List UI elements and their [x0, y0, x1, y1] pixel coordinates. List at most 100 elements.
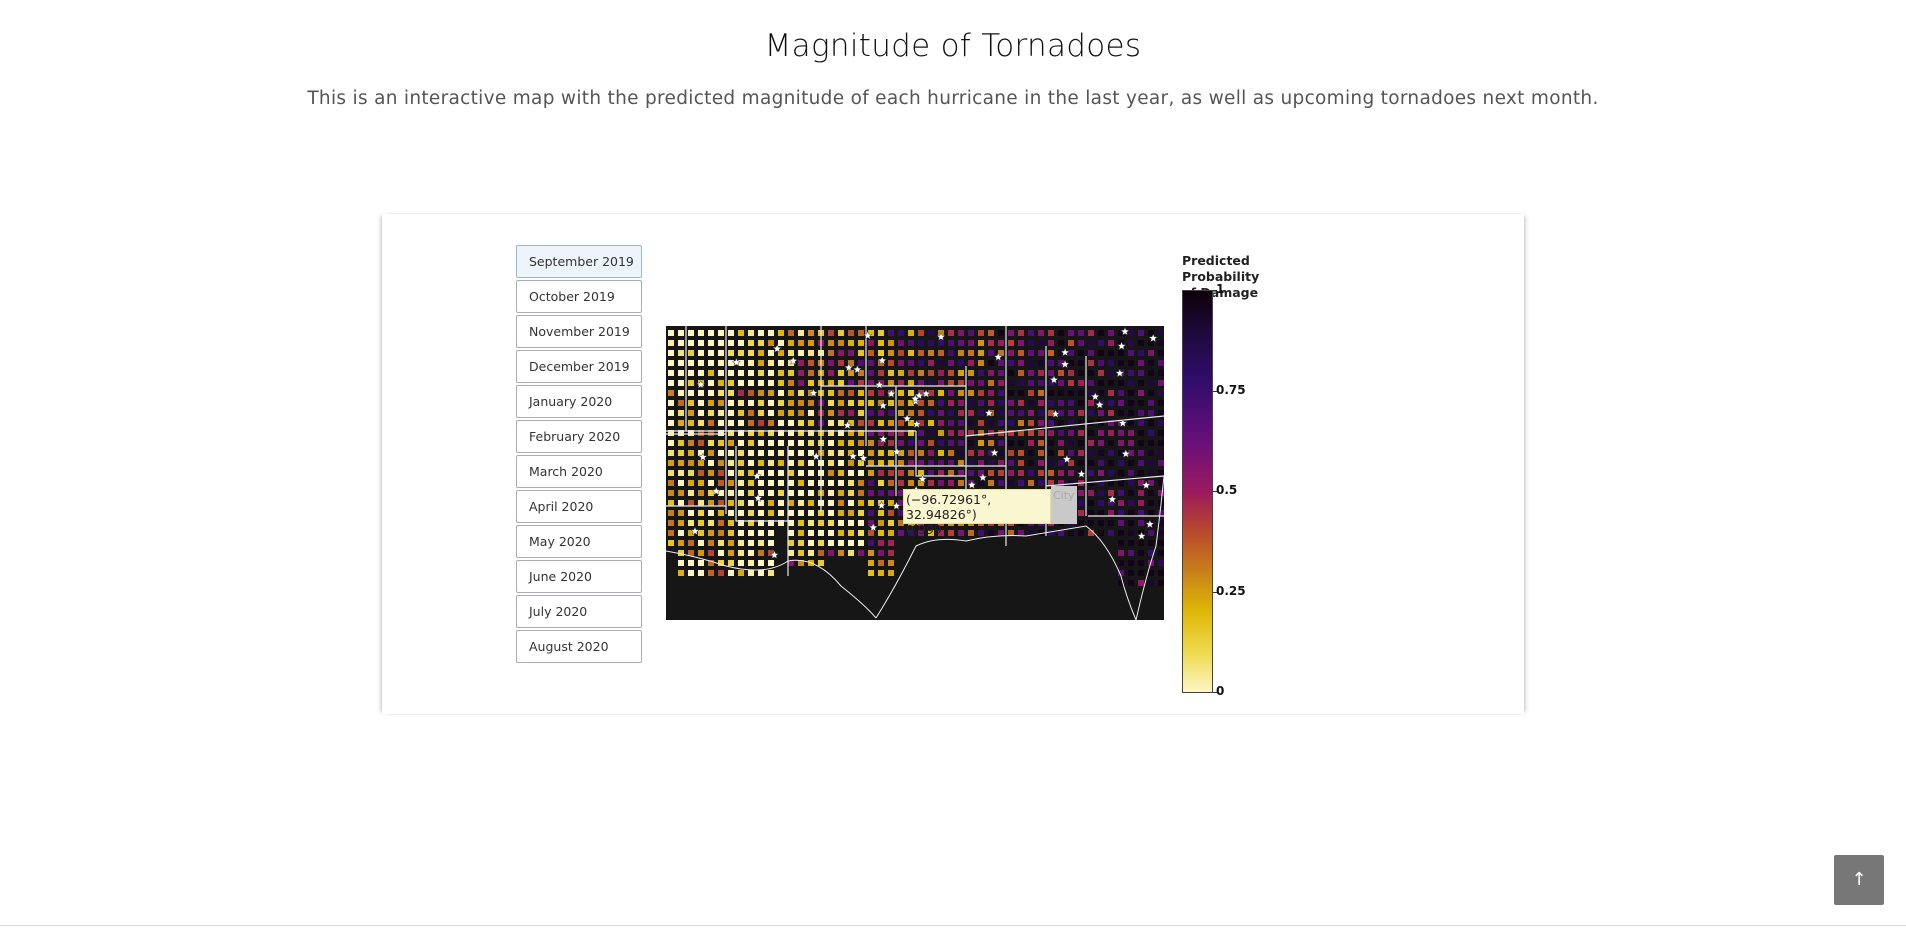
grid-cell[interactable]: [1158, 420, 1164, 426]
grid-cell[interactable]: [1138, 470, 1144, 476]
grid-cell[interactable]: [1008, 460, 1014, 466]
grid-cell[interactable]: [768, 370, 774, 376]
grid-cell[interactable]: [708, 460, 714, 466]
grid-cell[interactable]: [838, 410, 844, 416]
grid-cell[interactable]: [718, 370, 724, 376]
grid-cell[interactable]: [1158, 470, 1164, 476]
grid-cell[interactable]: [1018, 400, 1024, 406]
grid-cell[interactable]: [1158, 550, 1164, 556]
grid-cell[interactable]: [868, 490, 874, 496]
grid-cell[interactable]: [778, 400, 784, 406]
grid-cell[interactable]: [1148, 500, 1154, 506]
grid-cell[interactable]: [848, 520, 854, 526]
grid-cell[interactable]: [798, 550, 804, 556]
grid-cell[interactable]: [868, 550, 874, 556]
grid-cell[interactable]: [698, 470, 704, 476]
grid-cell[interactable]: [808, 460, 814, 466]
grid-cell[interactable]: [808, 340, 814, 346]
grid-cell[interactable]: [858, 540, 864, 546]
grid-cell[interactable]: [1038, 340, 1044, 346]
grid-cell[interactable]: [1048, 440, 1054, 446]
grid-cell[interactable]: [1128, 360, 1134, 366]
grid-cell[interactable]: [1088, 520, 1094, 526]
grid-cell[interactable]: [668, 520, 674, 526]
grid-cell[interactable]: [688, 360, 694, 366]
grid-cell[interactable]: [1118, 440, 1124, 446]
grid-cell[interactable]: [1008, 400, 1014, 406]
grid-cell[interactable]: [938, 480, 944, 486]
grid-cell[interactable]: [828, 390, 834, 396]
grid-cell[interactable]: [718, 330, 724, 336]
grid-cell[interactable]: [678, 440, 684, 446]
grid-cell[interactable]: [1078, 520, 1084, 526]
grid-cell[interactable]: [718, 440, 724, 446]
grid-cell[interactable]: [1088, 370, 1094, 376]
grid-cell[interactable]: [1098, 390, 1104, 396]
grid-cell[interactable]: [918, 410, 924, 416]
grid-cell[interactable]: [1148, 540, 1154, 546]
grid-cell[interactable]: [798, 330, 804, 336]
grid-cell[interactable]: [848, 460, 854, 466]
grid-cell[interactable]: [1158, 560, 1164, 566]
grid-cell[interactable]: [968, 340, 974, 346]
grid-cell[interactable]: [948, 440, 954, 446]
grid-cell[interactable]: [828, 490, 834, 496]
grid-cell[interactable]: [668, 480, 674, 486]
grid-cell[interactable]: [788, 530, 794, 536]
grid-cell[interactable]: [1128, 500, 1134, 506]
grid-cell[interactable]: [668, 330, 674, 336]
grid-cell[interactable]: [988, 400, 994, 406]
grid-cell[interactable]: [928, 340, 934, 346]
grid-cell[interactable]: [768, 490, 774, 496]
grid-cell[interactable]: [888, 530, 894, 536]
grid-cell[interactable]: [1078, 380, 1084, 386]
grid-cell[interactable]: [918, 430, 924, 436]
grid-cell[interactable]: [698, 520, 704, 526]
grid-cell[interactable]: [1158, 570, 1164, 576]
grid-cell[interactable]: [798, 470, 804, 476]
grid-cell[interactable]: [1058, 470, 1064, 476]
grid-cell[interactable]: [958, 340, 964, 346]
grid-cell[interactable]: [718, 550, 724, 556]
grid-cell[interactable]: [1048, 450, 1054, 456]
grid-cell[interactable]: [998, 370, 1004, 376]
grid-cell[interactable]: [898, 420, 904, 426]
grid-cell[interactable]: [1078, 460, 1084, 466]
grid-cell[interactable]: [1038, 360, 1044, 366]
grid-cell[interactable]: [978, 410, 984, 416]
grid-cell[interactable]: [1078, 500, 1084, 506]
grid-cell[interactable]: [1088, 460, 1094, 466]
grid-cell[interactable]: [768, 410, 774, 416]
grid-cell[interactable]: [1068, 440, 1074, 446]
grid-cell[interactable]: [668, 500, 674, 506]
grid-cell[interactable]: [1038, 460, 1044, 466]
grid-cell[interactable]: [958, 460, 964, 466]
grid-cell[interactable]: [748, 400, 754, 406]
grid-cell[interactable]: [848, 490, 854, 496]
grid-cell[interactable]: [758, 410, 764, 416]
month-button[interactable]: June 2020: [516, 560, 642, 593]
grid-cell[interactable]: [808, 490, 814, 496]
grid-cell[interactable]: [1128, 410, 1134, 416]
grid-cell[interactable]: [718, 460, 724, 466]
grid-cell[interactable]: [698, 340, 704, 346]
grid-cell[interactable]: [848, 530, 854, 536]
grid-cell[interactable]: [818, 530, 824, 536]
grid-cell[interactable]: [788, 400, 794, 406]
grid-cell[interactable]: [888, 470, 894, 476]
grid-cell[interactable]: [698, 560, 704, 566]
grid-cell[interactable]: [1098, 350, 1104, 356]
grid-cell[interactable]: [768, 420, 774, 426]
grid-cell[interactable]: [1058, 420, 1064, 426]
grid-cell[interactable]: [728, 570, 734, 576]
grid-cell[interactable]: [1088, 530, 1094, 536]
grid-cell[interactable]: [728, 510, 734, 516]
grid-cell[interactable]: [798, 410, 804, 416]
grid-cell[interactable]: [898, 370, 904, 376]
grid-cell[interactable]: [788, 460, 794, 466]
grid-cell[interactable]: [948, 340, 954, 346]
grid-cell[interactable]: [848, 340, 854, 346]
grid-cell[interactable]: [668, 470, 674, 476]
grid-cell[interactable]: [978, 340, 984, 346]
grid-cell[interactable]: [1148, 440, 1154, 446]
